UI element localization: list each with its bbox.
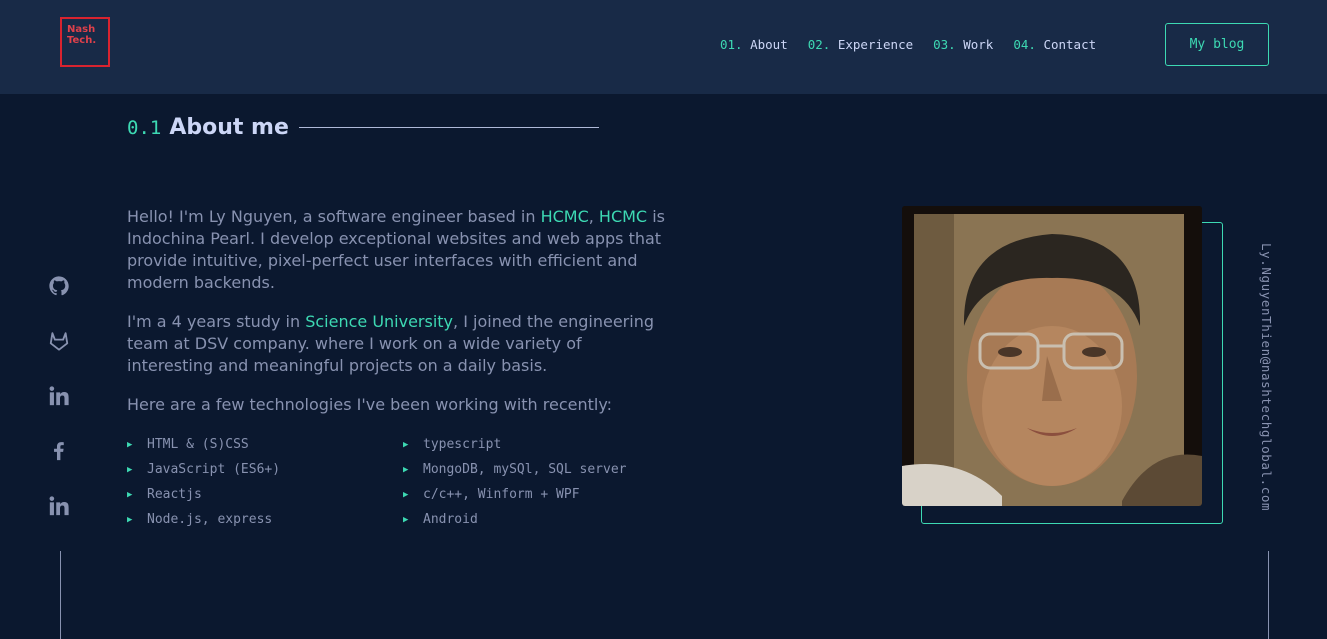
github-icon[interactable] [48, 275, 70, 297]
triangle-bullet-icon: ▶ [127, 464, 133, 475]
section-divider [298, 127, 599, 128]
gitlab-icon[interactable] [48, 330, 70, 352]
section-title: About me [169, 115, 289, 140]
nav-experience[interactable]: 02. Experience [808, 37, 913, 52]
science-university-link[interactable]: Science University [305, 312, 453, 331]
triangle-bullet-icon: ▶ [127, 489, 133, 500]
tech-label: Android [423, 512, 478, 527]
triangle-bullet-icon: ▶ [127, 439, 133, 450]
section-heading: 0.1 About me [127, 115, 599, 140]
nav-work-num: 03. [933, 37, 956, 52]
nav-experience-num: 02. [807, 37, 831, 52]
nav-experience-label: Experience [837, 37, 914, 52]
nav-contact-label: Contact [1043, 37, 1097, 52]
about-p1-text-a: Hello! I'm Ly Nguyen, a software enginee… [127, 207, 541, 226]
section-number: 0.1 [127, 116, 162, 139]
portrait-image [902, 206, 1202, 506]
about-p1-text-b: , [588, 207, 599, 226]
hcmc-link-1[interactable]: HCMC [541, 207, 589, 226]
logo-line-2: Tech. [67, 35, 97, 46]
tech-label: Reactjs [147, 487, 202, 502]
about-paragraph-1: Hello! I'm Ly Nguyen, a software enginee… [127, 206, 672, 294]
triangle-bullet-icon: ▶ [403, 439, 409, 450]
hcmc-link-2[interactable]: HCMC [599, 207, 647, 226]
main-nav: 01. About 02. Experience 03. Work 04. Co… [720, 37, 1116, 52]
nav-about[interactable]: 01. About [720, 37, 788, 52]
tech-label: typescript [423, 437, 502, 452]
nashtech-logo[interactable]: Nash Tech. [60, 17, 110, 67]
logo-line-1: Nash [67, 24, 96, 35]
tech-item: ▶ c/c++, Winform + WPF [403, 486, 679, 503]
about-paragraph-2: I'm a 4 years study in Science Universit… [127, 311, 672, 377]
about-p2-text-a: I'm a 4 years study in [127, 312, 306, 331]
triangle-bullet-icon: ▶ [403, 464, 409, 475]
nav-about-label: About [750, 37, 788, 52]
facebook-icon[interactable] [48, 440, 70, 462]
my-blog-button[interactable]: My blog [1165, 23, 1269, 66]
social-links [48, 275, 72, 550]
about-text: Hello! I'm Ly Nguyen, a software enginee… [127, 206, 672, 433]
tech-item: ▶ Node.js, express [127, 511, 403, 528]
tech-label: Node.js, express [147, 512, 273, 527]
nav-about-num: 01. [720, 37, 743, 52]
tech-item: ▶ Reactjs [127, 486, 403, 503]
profile-photo[interactable] [902, 206, 1202, 506]
tech-item: ▶ MongoDB, mySQl, SQL server [403, 461, 679, 478]
tech-label: HTML & (S)CSS [147, 437, 249, 452]
left-vertical-line [60, 551, 61, 639]
linkedin-icon[interactable] [48, 385, 70, 407]
tech-item: ▶ JavaScript (ES6+) [127, 461, 403, 478]
tech-label: c/c++, Winform + WPF [423, 487, 580, 502]
nav-contact[interactable]: 04. Contact [1013, 37, 1096, 52]
top-header: Nash Tech. 01. About 02. Experience 03. … [0, 0, 1327, 94]
nav-contact-num: 04. [1013, 37, 1036, 52]
triangle-bullet-icon: ▶ [403, 489, 409, 500]
tech-label: JavaScript (ES6+) [147, 462, 281, 477]
nav-work[interactable]: 03. Work [933, 37, 993, 52]
email-link[interactable]: Ly.NguyenThien@nashtechglobal.com [1259, 243, 1274, 511]
triangle-bullet-icon: ▶ [403, 514, 409, 525]
triangle-bullet-icon: ▶ [127, 514, 133, 525]
nav-work-label: Work [963, 37, 994, 52]
tech-item: ▶ HTML & (S)CSS [127, 436, 403, 453]
technology-list: ▶ HTML & (S)CSS ▶ typescript ▶ JavaScript (… [127, 436, 687, 528]
right-vertical-line [1268, 551, 1269, 639]
linkedin-icon[interactable] [48, 495, 70, 517]
tech-label: MongoDB, mySQl, SQL server [423, 462, 627, 477]
tech-item: ▶ Android [403, 511, 679, 528]
about-paragraph-3: Here are a few technologies I've been wo… [127, 395, 613, 414]
tech-item: ▶ typescript [403, 436, 679, 453]
